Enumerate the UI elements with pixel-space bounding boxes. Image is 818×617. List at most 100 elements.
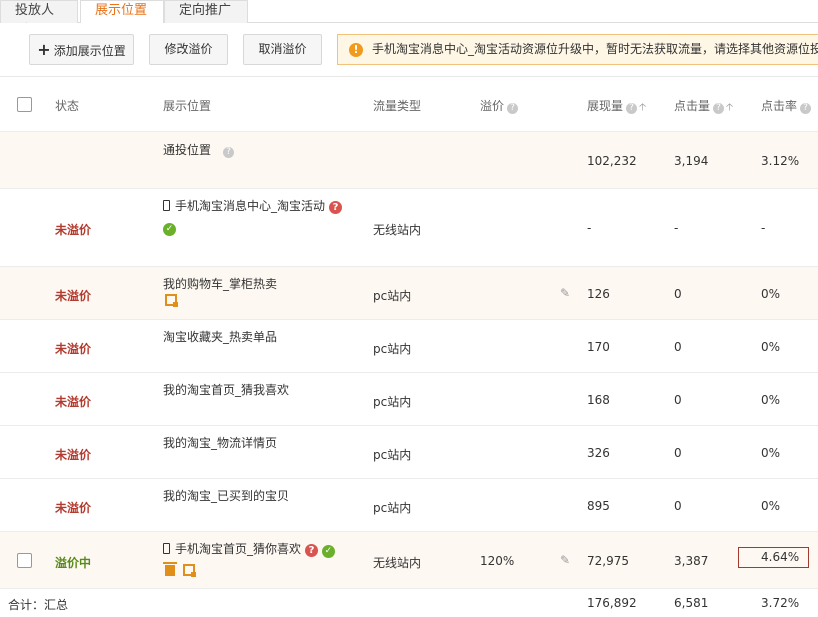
status-badge: 未溢价 <box>55 342 92 356</box>
row-position: 我的淘宝_物流详情页 <box>163 436 278 450</box>
row-impressions: 170 <box>587 340 610 354</box>
col-premium: 溢价? <box>480 97 519 114</box>
tab-label: 定向推广 <box>179 3 232 18</box>
status-badge: 未溢价 <box>55 223 92 237</box>
row-position: 手机淘宝首页_猜你喜欢? ✓ <box>163 540 335 558</box>
row-impressions: - <box>587 221 592 235</box>
tab-label: 展示位置 <box>95 3 148 18</box>
position-label: 手机淘宝首页_猜你喜欢 <box>175 542 302 556</box>
cancel-premium-button[interactable]: 取消溢价 <box>243 34 322 65</box>
status-badge: 未溢价 <box>55 289 92 303</box>
table-row: 未溢价 我的购物车_掌柜热卖 pc站内 ✎ 126 0 0% <box>0 267 818 320</box>
table-header: 状态 展示位置 流量类型 溢价? 展现量? 🡡 点击量? 🡡 点击率? <box>0 77 818 132</box>
row-ctr: - <box>761 221 766 235</box>
col-ctr: 点击率? <box>761 97 812 114</box>
question-icon[interactable]: ? <box>507 103 519 114</box>
sort-arrow-icon[interactable]: 🡡 <box>639 100 646 117</box>
pencil-icon[interactable]: ✎ <box>560 286 570 300</box>
row-clicks: 3,387 <box>674 554 709 568</box>
status-badge: 未溢价 <box>55 395 92 409</box>
question-icon[interactable]: ? <box>329 201 343 214</box>
row-traffic: pc站内 <box>373 342 412 356</box>
table-row: 溢价中 手机淘宝首页_猜你喜欢? ✓ 无线站内 120% ✎ 72,975 3,… <box>0 532 818 589</box>
row-action-icons <box>163 562 196 579</box>
col-ctr-label: 点击率 <box>761 99 798 113</box>
row-impressions: 326 <box>587 446 610 460</box>
toolbar: + 添加展示位置 修改溢价 取消溢价 ! 手机淘宝消息中心_淘宝活动资源位升级中，… <box>0 23 818 77</box>
position-label: 通投位置 <box>163 143 212 157</box>
row-impressions: 126 <box>587 287 610 301</box>
table-row: 通投位置? 102,232 3,194 3.12% <box>0 132 818 189</box>
check-icon: ✓ <box>163 223 176 236</box>
row-checkbox[interactable] <box>17 553 32 568</box>
question-icon[interactable]: ? <box>713 103 725 114</box>
col-impressions[interactable]: 展现量? 🡡 <box>587 97 646 117</box>
row-traffic: 无线站内 <box>373 223 422 237</box>
row-ctr: 3.12% <box>761 154 800 168</box>
row-premium: 120% <box>480 554 515 568</box>
row-position: 手机淘宝消息中心_淘宝活动? <box>163 197 343 214</box>
cancel-premium-label: 取消溢价 <box>258 42 307 56</box>
row-traffic: pc站内 <box>373 501 412 515</box>
row-clicks: - <box>674 221 679 235</box>
question-icon[interactable]: ? <box>305 544 319 557</box>
position-label: 手机淘宝消息中心_淘宝活动 <box>175 199 326 213</box>
phone-icon <box>163 543 170 554</box>
monitor-icon[interactable] <box>183 564 196 577</box>
tab-audience[interactable]: 投放人群 <box>0 0 78 38</box>
tab-targeting[interactable]: 定向推广 <box>164 0 248 23</box>
row-clicks: 0 <box>674 393 682 407</box>
row-position: 我的购物车_掌柜热卖 <box>163 277 278 291</box>
row-traffic: pc站内 <box>373 289 412 303</box>
row-impressions: 168 <box>587 393 610 407</box>
monitor-icon[interactable] <box>165 294 178 307</box>
col-status: 状态 <box>55 99 80 113</box>
notice-text: 手机淘宝消息中心_淘宝活动资源位升级中，暂时无法获取流量，请选择其他资源位投放 <box>372 42 818 56</box>
row-impressions: 72,975 <box>587 554 629 568</box>
row-clicks: 0 <box>674 499 682 513</box>
trash-icon[interactable] <box>163 562 177 576</box>
row-position: 淘宝收藏夹_热卖单品 <box>163 330 278 344</box>
col-traffic: 流量类型 <box>373 99 422 113</box>
question-icon[interactable]: ? <box>626 103 638 114</box>
sort-arrow-icon[interactable]: 🡡 <box>726 100 733 117</box>
total-row: 合计：汇总 176,892 6,581 3.72% <box>0 589 818 617</box>
row-clicks: 0 <box>674 340 682 354</box>
select-all-checkbox[interactable] <box>17 97 32 112</box>
pencil-icon[interactable]: ✎ <box>560 553 570 567</box>
table-row: 未溢价 淘宝收藏夹_热卖单品 pc站内 170 0 0% <box>0 320 818 373</box>
add-placement-label: 添加展示位置 <box>53 44 126 58</box>
col-clicks-label: 点击量 <box>674 99 711 113</box>
row-impressions: 895 <box>587 499 610 513</box>
row-impressions: 102,232 <box>587 154 637 168</box>
total-label: 合计：汇总 <box>8 598 69 612</box>
table-row: 未溢价 我的淘宝_物流详情页 pc站内 326 0 0% <box>0 426 818 479</box>
row-ctr: 0% <box>761 446 781 460</box>
table-row: 未溢价 我的淘宝首页_猜我喜欢 pc站内 168 0 0% <box>0 373 818 426</box>
total-ctr: 3.72% <box>761 596 800 610</box>
row-position: 我的淘宝首页_猜我喜欢 <box>163 383 290 397</box>
row-traffic: pc站内 <box>373 395 412 409</box>
total-impressions: 176,892 <box>587 596 637 610</box>
row-ctr: 0% <box>761 287 781 301</box>
table-row: 未溢价 我的淘宝_已买到的宝贝 pc站内 895 0 0% <box>0 479 818 532</box>
tab-placement[interactable]: 展示位置 <box>80 0 164 24</box>
row-ctr: 0% <box>761 499 781 513</box>
status-badge: 未溢价 <box>55 448 92 462</box>
table-row: 未溢价 手机淘宝消息中心_淘宝活动? ✓ 无线站内 - - - <box>0 189 818 267</box>
question-icon[interactable]: ? <box>223 147 235 158</box>
row-status-icons: ✓ <box>163 220 176 236</box>
edit-premium-button[interactable]: 修改溢价 <box>149 34 228 65</box>
question-icon[interactable]: ? <box>800 103 812 114</box>
warning-icon: ! <box>349 43 363 57</box>
row-clicks: 0 <box>674 287 682 301</box>
col-clicks[interactable]: 点击量? 🡡 <box>674 97 733 117</box>
row-traffic: pc站内 <box>373 448 412 462</box>
col-position: 展示位置 <box>163 99 212 113</box>
add-placement-button[interactable]: + 添加展示位置 <box>29 34 134 65</box>
edit-premium-label: 修改溢价 <box>164 42 213 56</box>
status-badge: 溢价中 <box>55 556 92 570</box>
row-ctr: 4.64% <box>738 547 809 568</box>
row-ctr: 0% <box>761 340 781 354</box>
row-status-icons <box>165 294 178 309</box>
